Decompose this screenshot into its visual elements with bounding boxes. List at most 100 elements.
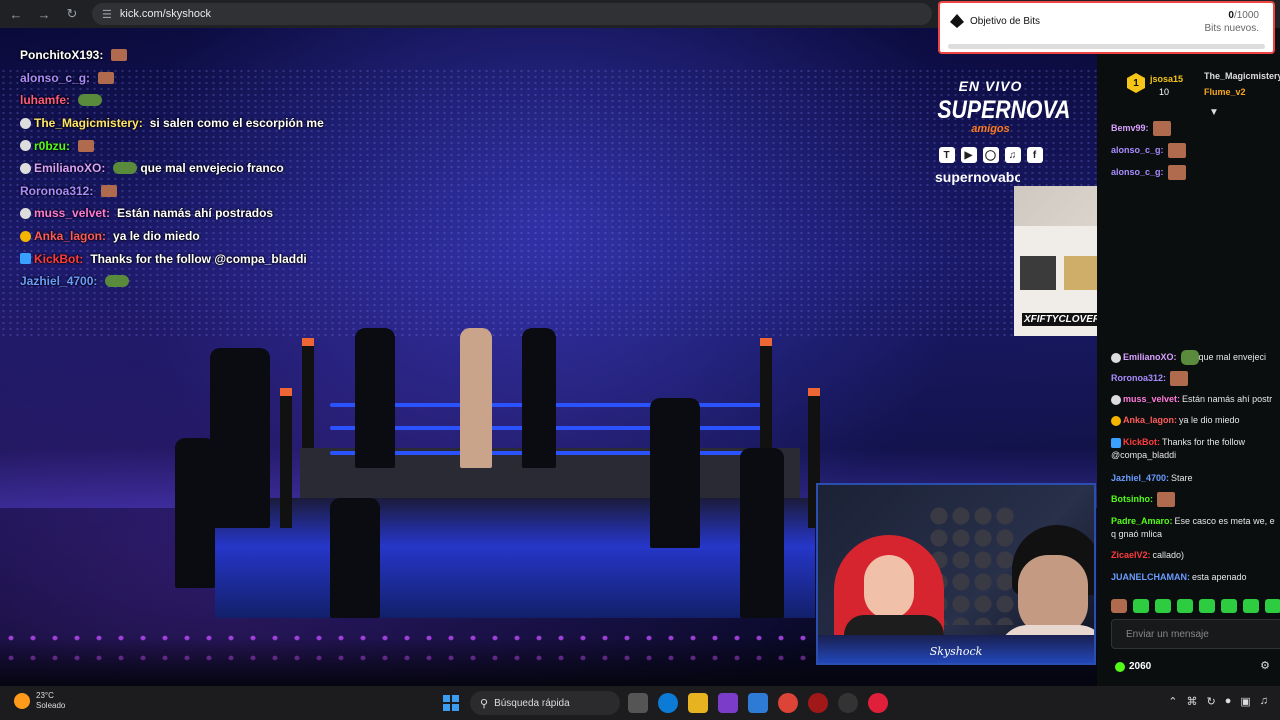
- overlay-chat-line: luhamfe:: [20, 89, 440, 112]
- emote-icon[interactable]: [1243, 599, 1259, 613]
- emote-icon: [111, 49, 128, 62]
- red-app-icon[interactable]: [808, 693, 828, 713]
- chat-badge-icon: [20, 253, 31, 265]
- chat-message-text: Stare: [1171, 473, 1193, 483]
- folder-icon[interactable]: [688, 693, 708, 713]
- reload-icon[interactable]: ↻: [60, 2, 84, 26]
- channel-points[interactable]: 2060: [1115, 661, 1151, 672]
- chat-message: ZicaelV2: callado): [1111, 549, 1280, 562]
- chat-username[interactable]: alonso_c_g:: [1111, 167, 1164, 177]
- emote-icon[interactable]: [1199, 599, 1215, 613]
- youtube-icon: ▶: [960, 147, 977, 163]
- emote-icon[interactable]: [1265, 599, 1280, 613]
- gift-leaderboard: 1 jsosa15 10 The_Magicmistery Flume_v2 ▼: [1097, 55, 1280, 118]
- blue-app-icon[interactable]: [748, 693, 768, 713]
- search-label: Búsqueda rápida: [494, 697, 570, 709]
- screen: ← → ↻ ☰ kick.com/skyshock PonchitoX193: a…: [0, 0, 1280, 720]
- mic-icon[interactable]: ●: [1225, 695, 1232, 708]
- chat-username[interactable]: alonso_c_g:: [1111, 145, 1164, 155]
- chat-username: Jazhiel_4700:: [20, 274, 98, 289]
- chat-message: alonso_c_g:: [1111, 165, 1280, 180]
- chat-username[interactable]: Bemv99:: [1111, 123, 1149, 133]
- emote-icon[interactable]: [1155, 599, 1171, 613]
- shelf-box: [1020, 256, 1056, 290]
- volume-icon[interactable]: ♫: [1260, 695, 1268, 708]
- chat-username: luhamfe:: [20, 93, 71, 108]
- chat-input[interactable]: Enviar un mensaje: [1111, 619, 1280, 649]
- chat-message-text: si salen como el escorpión me: [149, 116, 324, 131]
- emote-icon[interactable]: [1221, 599, 1237, 613]
- chat-badge-icon: [20, 207, 31, 219]
- chat-badge-icon: [20, 230, 31, 242]
- chat-username: KickBot:: [34, 251, 84, 266]
- chevron-up-icon[interactable]: ⌃: [1168, 695, 1177, 708]
- opera-icon[interactable]: [868, 693, 888, 713]
- overlay-chat-line: Roronoa312:: [20, 180, 440, 203]
- emote-icon[interactable]: [1177, 599, 1193, 613]
- chrome-icon[interactable]: [778, 693, 798, 713]
- chat-message-text: que mal envejecio franco: [140, 161, 284, 176]
- windows-start-icon[interactable]: [443, 695, 459, 711]
- chat-username: The_Magicmistery:: [34, 116, 143, 131]
- bits-icon: [950, 14, 964, 28]
- chat-username[interactable]: Anka_lagon:: [1123, 415, 1177, 425]
- chat-message: Bemv99:: [1111, 121, 1280, 136]
- chat-username[interactable]: JUANELCHAMAN:: [1111, 572, 1190, 582]
- site-settings-icon[interactable]: ☰: [102, 8, 112, 21]
- wifi-icon[interactable]: ⌘: [1186, 695, 1197, 708]
- sync-icon[interactable]: ↻: [1206, 695, 1215, 708]
- streamer-face: [864, 555, 914, 619]
- shelf-box: [1064, 256, 1100, 290]
- edge-icon[interactable]: [658, 693, 678, 713]
- chat-username[interactable]: muss_velvet:: [1123, 394, 1180, 404]
- leader-name[interactable]: Flume_v2: [1204, 87, 1246, 97]
- chat-message-text: ya le dio miedo: [1179, 415, 1240, 425]
- staff-figure: [740, 448, 784, 618]
- chat-message: muss_velvet: Están namás ahí postr: [1111, 393, 1280, 406]
- chat-badge-icon: [1111, 437, 1121, 448]
- url-text: kick.com/skyshock: [119, 8, 211, 20]
- bits-goal-title: Objetivo de Bits: [970, 16, 1041, 27]
- staff-figure: [355, 328, 395, 468]
- chat-username[interactable]: KickBot:: [1123, 437, 1160, 447]
- chat-username: muss_velvet:: [34, 206, 111, 221]
- overlay-chat-line: Jazhiel_4700:: [20, 270, 440, 293]
- chat-username[interactable]: Padre_Amaro:: [1111, 516, 1173, 526]
- staff-figure: [330, 498, 380, 618]
- chat-username: alonso_c_g:: [20, 70, 91, 85]
- weather-widget[interactable]: 23°C Soleado: [14, 691, 65, 711]
- file-icon[interactable]: [628, 693, 648, 713]
- display-icon[interactable]: ▣: [1240, 695, 1250, 708]
- twitch-icon: T: [938, 147, 955, 163]
- overlay-chat-line: r0bzu:: [20, 134, 440, 157]
- taskbar-search[interactable]: ⚲ Búsqueda rápida: [470, 691, 620, 715]
- emote-icon: [78, 94, 103, 107]
- chat-badge-icon: [20, 117, 31, 129]
- leader-name[interactable]: jsosa15: [1150, 74, 1183, 84]
- ring-post: [760, 338, 772, 448]
- back-icon[interactable]: ←: [4, 2, 28, 26]
- points-value: 2060: [1129, 661, 1152, 672]
- emote-icon[interactable]: [1133, 599, 1149, 613]
- chat-username[interactable]: Jazhiel_4700:: [1111, 473, 1169, 483]
- chat-username[interactable]: ZicaelV2:: [1111, 550, 1151, 560]
- chat-message: KickBot: Thanks for the follow @compa_bla…: [1111, 436, 1280, 462]
- ring-post: [302, 338, 314, 448]
- chat-message-text: Están namás ahí postrados: [117, 206, 274, 221]
- chat-username[interactable]: Roronoa312:: [1111, 373, 1166, 383]
- address-bar[interactable]: ☰ kick.com/skyshock: [92, 3, 932, 25]
- forward-icon[interactable]: →: [32, 2, 56, 26]
- chat-badge-icon: [1111, 394, 1121, 405]
- chevron-down-icon[interactable]: ▼: [1209, 107, 1219, 118]
- webcam-bottom: Skyshock: [816, 483, 1096, 665]
- emote-icon[interactable]: [1111, 599, 1127, 613]
- obs-icon[interactable]: [838, 693, 858, 713]
- purple-app-icon[interactable]: [718, 693, 738, 713]
- stream-chat-overlay: PonchitoX193: alonso_c_g: luhamfe: The_Magi…: [20, 44, 440, 293]
- bits-goal-count: 0/1000: [1228, 10, 1259, 21]
- leader-name[interactable]: The_Magicmistery: [1204, 71, 1280, 81]
- chat-username[interactable]: Botsinho:: [1111, 494, 1153, 504]
- chat-message: Roronoa312:: [1111, 371, 1280, 386]
- chat-username[interactable]: EmilianoXO:: [1123, 352, 1177, 362]
- gear-icon[interactable]: ⚙: [1260, 659, 1270, 672]
